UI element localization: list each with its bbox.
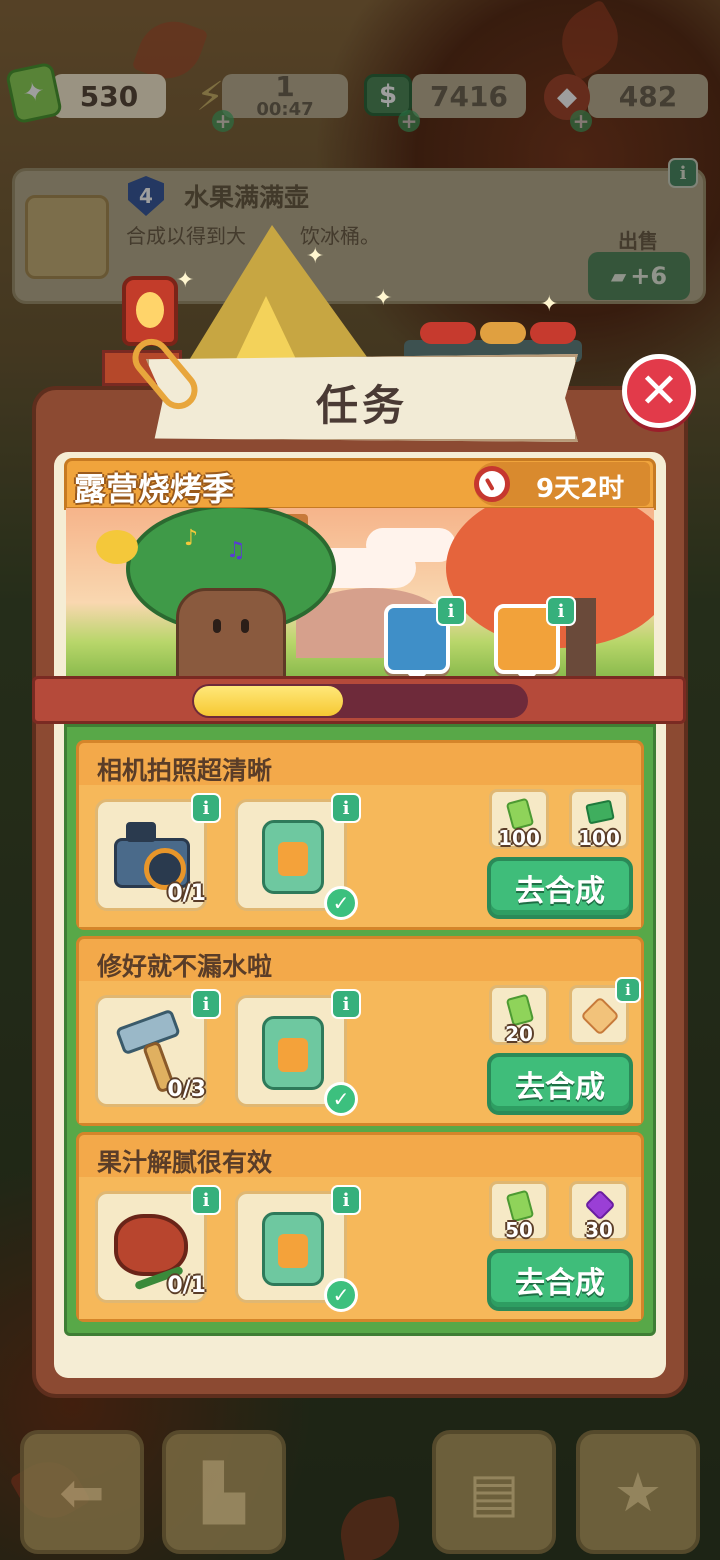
reward-slot: 20 [489, 985, 549, 1046]
task-title: 果汁解腻很有效 [97, 1148, 273, 1177]
go-merge-label: 去合成 [515, 1070, 605, 1105]
item-info-button[interactable]: i [191, 793, 221, 823]
item-info-button[interactable]: i [331, 989, 361, 1019]
clock-icon [474, 466, 510, 502]
item-info-button[interactable]: i [331, 1185, 361, 1215]
sparkle-icon: ✦ [540, 292, 559, 317]
task-body: 0/3 i ✓ i 20 i 去合成 [79, 977, 641, 1123]
sparkle-icon: ✦ [176, 268, 195, 293]
task-title: 修好就不漏水啦 [97, 952, 273, 981]
chest-2-info-button[interactable]: i [546, 596, 576, 626]
go-merge-label: 去合成 [515, 874, 605, 909]
go-merge-label: 去合成 [515, 1266, 605, 1301]
item-count: 0/1 [167, 1273, 206, 1298]
drink-cooler-icon [250, 1008, 336, 1094]
arrow-left-icon: ⬅ [59, 1460, 105, 1524]
go-merge-button[interactable]: 去合成 [487, 857, 633, 919]
item-info-button[interactable]: i [331, 793, 361, 823]
task-card: 修好就不漏水啦 0/3 i ✓ i 20 i 去合成 [76, 936, 644, 1126]
basket-icon: ▤ [468, 1460, 520, 1524]
tasks-button[interactable]: ★ [576, 1430, 700, 1554]
eye [241, 619, 249, 633]
gem-icon [584, 1189, 616, 1221]
reward-slot: 100 [569, 789, 629, 850]
checkmark-icon: ✓ [324, 1082, 358, 1116]
close-button[interactable]: ✕ [622, 354, 696, 428]
close-icon: ✕ [638, 363, 680, 419]
cooler-juice [278, 842, 308, 876]
event-time-left: 9天2时 [536, 474, 625, 504]
item-info-button[interactable]: i [191, 1185, 221, 1215]
shop-button[interactable]: ▤ [432, 1430, 556, 1554]
task-card: 相机拍照超清晰 0/1 i ✓ i 100 100 去合成 [76, 740, 644, 930]
sparkle-icon: ✦ [374, 286, 393, 311]
camera-flash [126, 822, 156, 842]
cloud-decoration [366, 528, 456, 562]
task-body: 0/1 i ✓ i 100 100 去合成 [79, 785, 641, 927]
reward-slot: 50 [489, 1181, 549, 1242]
music-note-icon: ♪ [184, 526, 199, 551]
mystery-box-icon [580, 996, 620, 1036]
reward-value: 100 [498, 826, 540, 850]
rank-button[interactable]: ▙ [162, 1430, 286, 1554]
bird-icon [96, 530, 138, 564]
item-count: 0/1 [167, 881, 206, 906]
chest-1-info-button[interactable]: i [436, 596, 466, 626]
clipboard-star-icon: ★ [613, 1460, 663, 1524]
reward-slot: 30 [569, 1181, 629, 1242]
cash-icon [585, 799, 615, 825]
meat-decoration [420, 322, 476, 344]
podium-icon: ▙ [203, 1460, 245, 1524]
bread-decoration [480, 322, 526, 344]
meat-decoration [530, 322, 576, 344]
tree-character [176, 588, 286, 680]
event-banner-scene: ♪ ♫ [66, 508, 654, 680]
checkmark-icon: ✓ [324, 1278, 358, 1312]
reward-value: 100 [578, 826, 620, 850]
reward-info-button[interactable]: i [615, 977, 641, 1003]
reward-slot: 100 [489, 789, 549, 850]
go-merge-button[interactable]: 去合成 [487, 1053, 633, 1115]
reward-value: 20 [505, 1022, 533, 1046]
go-merge-button[interactable]: 去合成 [487, 1249, 633, 1311]
reward-value: 30 [585, 1218, 613, 1242]
event-name: 露营烧烤季 [74, 470, 235, 508]
cooler-juice [278, 1234, 308, 1268]
back-button[interactable]: ⬅ [20, 1430, 144, 1554]
event-progress-fill [194, 686, 343, 716]
task-title: 相机拍照超清晰 [97, 756, 273, 785]
task-card: 果汁解腻很有效 0/1 i ✓ i 50 30 去合成 [76, 1132, 644, 1322]
drink-cooler-icon [250, 812, 336, 898]
task-body: 0/1 i ✓ i 50 30 去合成 [79, 1177, 641, 1319]
cooler-juice [278, 1038, 308, 1072]
music-note-icon: ♫ [226, 538, 246, 563]
checkmark-icon: ✓ [324, 886, 358, 920]
drink-cooler-icon [250, 1204, 336, 1290]
eye [213, 619, 221, 633]
dialog-title: 任务 [315, 381, 408, 430]
item-count: 0/3 [167, 1077, 206, 1102]
reward-value: 50 [505, 1218, 533, 1242]
lantern-decoration [122, 276, 178, 346]
item-info-button[interactable]: i [191, 989, 221, 1019]
sparkle-icon: ✦ [306, 244, 325, 269]
